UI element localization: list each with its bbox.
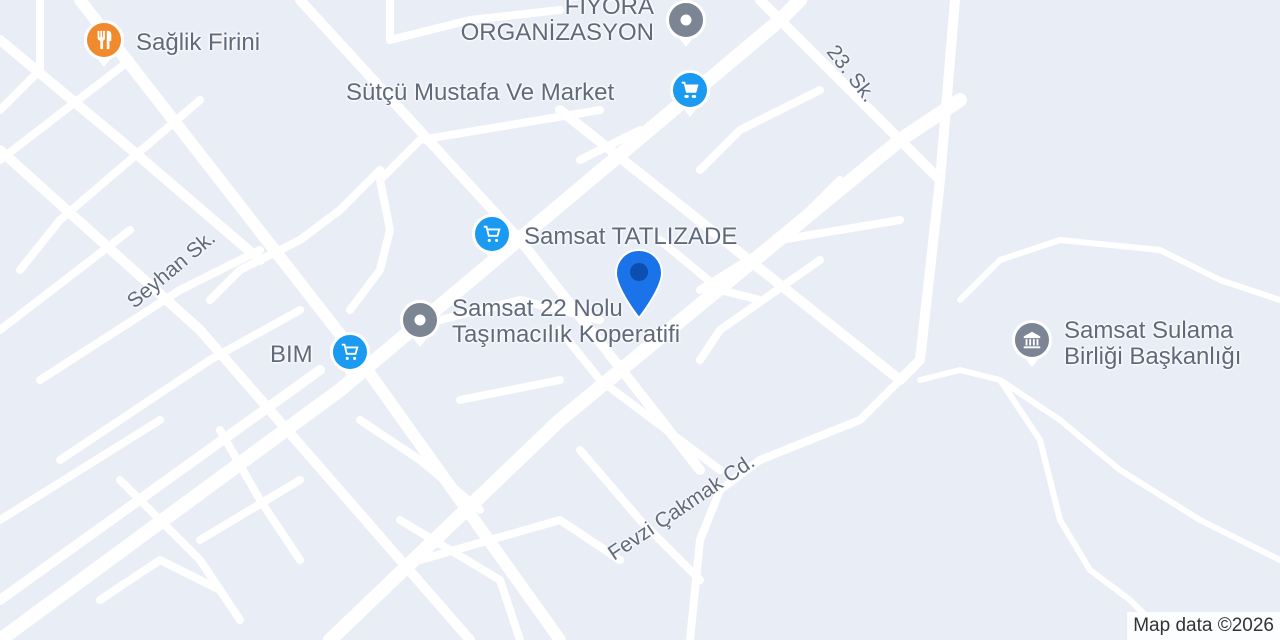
poi-label-sulama[interactable]: Samsat Sulama Birliği Başkanlığı [1064, 318, 1241, 370]
place-icon [680, 14, 692, 26]
location-pin-icon[interactable] [613, 248, 665, 320]
restaurant-icon [97, 30, 112, 50]
place-poi-marker-fiyora[interactable] [666, 0, 706, 47]
government-poi-marker-sulama[interactable] [1012, 320, 1052, 367]
government-building-icon [1023, 331, 1041, 349]
place-icon [414, 314, 426, 326]
restaurant-poi-marker[interactable] [84, 20, 124, 67]
poi-label-bim[interactable]: BIM [270, 342, 313, 368]
shopping-poi-marker-bim[interactable] [330, 332, 370, 379]
poi-label-saglik-firini[interactable]: Sağlik Firini [136, 30, 260, 56]
place-poi-marker-koperatif[interactable] [400, 300, 440, 347]
map-attribution[interactable]: Map data ©2026 [1127, 612, 1280, 640]
shopping-cart-icon [483, 225, 501, 242]
shopping-cart-icon [681, 81, 699, 98]
shopping-poi-marker-tatlizade[interactable] [472, 214, 512, 261]
map-canvas[interactable]: Seyhan Sk. 23. Sk. Fevzi Çakmak Cd. Sağl… [0, 0, 1280, 640]
poi-label-sutcu-mustafa[interactable]: Sütçü Mustafa Ve Market [346, 80, 614, 106]
shopping-poi-marker-sutcu[interactable] [670, 70, 710, 117]
poi-label-fiyora[interactable]: FİYORA ORGANİZASYON [446, 0, 654, 46]
shopping-cart-icon [341, 343, 359, 360]
poi-label-tatlizade[interactable]: Samsat TATLIZADE [524, 224, 737, 250]
